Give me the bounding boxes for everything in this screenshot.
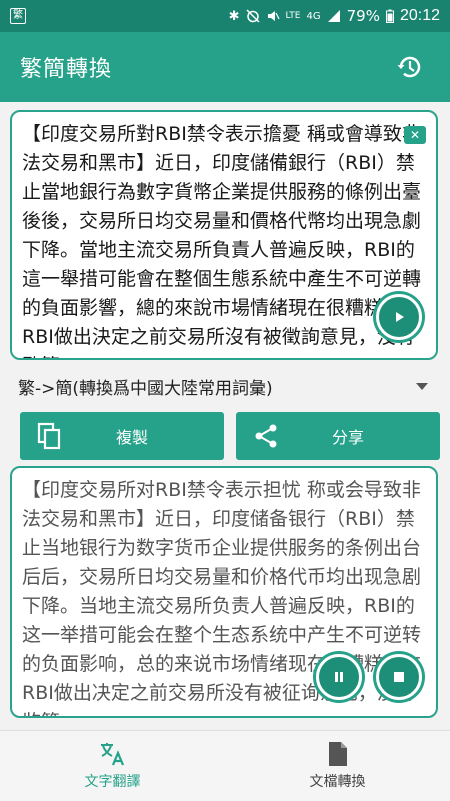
input-card: 【印度交易所對RBI禁令表示擔憂 稱或會導致非法交易和黑市】近日，印度儲備銀行（… — [10, 110, 438, 360]
nav-document-convert[interactable]: 文檔轉換 — [225, 731, 450, 801]
clock: 20:12 — [399, 7, 440, 24]
pause-icon — [335, 672, 343, 682]
battery-percent: 79% — [346, 7, 380, 25]
pause-button[interactable] — [316, 654, 362, 700]
copy-button[interactable]: 複製 — [20, 412, 224, 460]
app-bar: 繁簡轉換 — [0, 32, 450, 102]
dropdown-caret-icon — [416, 382, 428, 390]
close-icon: ✕ — [409, 128, 421, 142]
theme-toggle-button[interactable] — [334, 47, 374, 87]
moon-icon — [346, 57, 356, 77]
stop-button[interactable] — [376, 654, 422, 700]
conversion-mode-selector[interactable]: 繁->簡(轉換爲中國大陸常用詞彙) — [0, 366, 450, 406]
document-icon — [328, 742, 347, 766]
nav-document-convert-label: 文檔轉換 — [309, 774, 366, 790]
app-notification-icon: 繁 — [10, 8, 26, 24]
stop-icon — [394, 672, 404, 682]
share-icon-wrap — [236, 423, 296, 449]
history-button[interactable] — [390, 47, 430, 87]
copy-icon-wrap — [20, 422, 80, 450]
input-textarea[interactable]: 【印度交易所對RBI禁令表示擔憂 稱或會導致非法交易和黑市】近日，印度儲備銀行（… — [12, 112, 436, 358]
share-button-label: 分享 — [331, 428, 364, 447]
output-card: 【印度交易所对RBI禁令表示担忧 称或会导致非法交易和黑市】近日，印度储备银行（… — [10, 466, 438, 718]
play-button[interactable] — [376, 294, 422, 340]
share-button[interactable]: 分享 — [236, 412, 440, 460]
lte-label: LTE — [285, 11, 301, 21]
copy-icon — [37, 422, 61, 450]
copy-button-label: 複製 — [115, 428, 148, 447]
mute-icon — [267, 11, 280, 21]
alarm-off-icon — [245, 9, 260, 23]
nav-text-translate-label: 文字翻譯 — [84, 774, 141, 790]
bluetooth-icon: ✱ — [228, 8, 240, 24]
battery-icon — [385, 9, 394, 23]
clear-input-button[interactable]: ✕ — [404, 126, 426, 144]
status-bar-left: 繁 — [10, 8, 26, 24]
status-bar-right: ✱ LTE 4G 79% 20:12 — [229, 7, 440, 25]
bottom-navigation: 文字翻譯 文檔轉換 — [0, 730, 450, 801]
translate-icon — [100, 743, 124, 766]
conversion-mode-value: 繁->簡(轉換爲中國大陸常用詞彙) — [18, 378, 273, 399]
play-icon — [396, 312, 404, 322]
nav-text-translate[interactable]: 文字翻譯 — [0, 731, 225, 801]
output-text: 【印度交易所对RBI禁令表示担忧 称或会导致非法交易和黑市】近日，印度储备银行（… — [22, 479, 422, 716]
app-title: 繁簡轉換 — [20, 57, 113, 82]
signal-icon — [327, 10, 340, 22]
history-icon — [397, 56, 421, 78]
status-bar: 繁 ✱ LTE 4G 79% 20:12 — [0, 0, 450, 32]
share-icon — [255, 424, 277, 448]
network-type-label: 4G — [306, 10, 321, 22]
